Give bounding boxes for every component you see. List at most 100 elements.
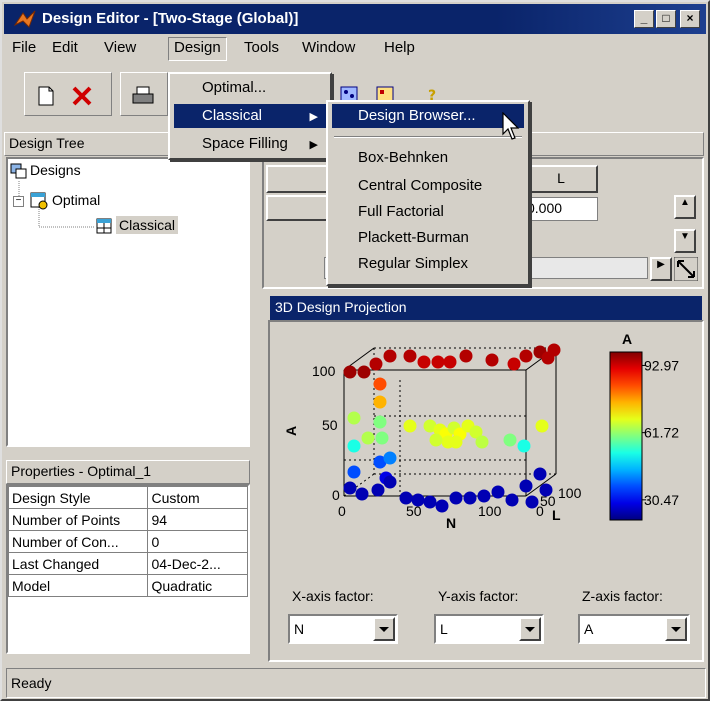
data-point <box>431 355 445 369</box>
menu-item-space-filling[interactable]: Space Filling ▶ <box>174 132 326 156</box>
menu-design[interactable]: Design <box>168 37 227 61</box>
data-point <box>343 481 357 495</box>
menu-item-classical[interactable]: Classical ▶ <box>174 104 326 128</box>
data-point <box>547 343 561 357</box>
z-axis-factor-select[interactable]: A <box>578 614 690 644</box>
data-point <box>507 357 521 371</box>
y-axis-factor-select[interactable]: L <box>434 614 544 644</box>
z-axis-factor-value: A <box>584 621 594 637</box>
tree-node-classical[interactable]: Classical <box>116 216 179 234</box>
menu-file[interactable]: File <box>12 39 36 56</box>
menu-tools[interactable]: Tools <box>244 39 279 56</box>
menu-item-central-composite[interactable]: Central Composite <box>332 174 524 198</box>
chevron-down-icon[interactable] <box>519 617 541 641</box>
data-point <box>403 419 417 433</box>
colorbar <box>609 351 643 521</box>
data-point <box>403 349 417 363</box>
menu-view[interactable]: View <box>104 39 136 56</box>
data-point <box>477 489 491 503</box>
title-bar[interactable]: Design Editor - [Two-Stage (Global)] _ □… <box>4 4 706 34</box>
x-tick-label: 50 <box>406 503 422 519</box>
resize-icon[interactable] <box>674 257 698 281</box>
y-axis-factor-label: Y-axis factor: <box>438 588 519 604</box>
data-point <box>463 491 477 505</box>
data-point <box>369 357 383 371</box>
menu-edit[interactable]: Edit <box>52 39 78 56</box>
menu-separator <box>334 136 522 138</box>
chevron-down-icon[interactable] <box>373 617 395 641</box>
menu-item-space-filling-label: Space Filling <box>202 135 288 152</box>
print-icon[interactable] <box>131 85 155 107</box>
table-cell[interactable]: 0.000 <box>522 197 598 221</box>
scroll-down-button[interactable]: ▼ <box>674 229 696 253</box>
table-row: Model Quadratic <box>7 574 248 597</box>
menu-help[interactable]: Help <box>384 39 415 56</box>
x-tick-label: 0 <box>338 503 346 519</box>
projection-plot: 100500A0 50 100N050 100LA92.9761.7230.47 <box>283 331 679 531</box>
menu-item-plackett-burman[interactable]: Plackett-Burman <box>332 226 524 250</box>
delete-icon[interactable] <box>71 85 93 107</box>
prop-name: Design Style <box>7 486 149 509</box>
chevron-down-icon[interactable] <box>665 617 687 641</box>
minimize-button[interactable]: _ <box>634 10 654 28</box>
design-menu: Optimal... Classical ▶ Space Filling ▶ <box>168 72 332 160</box>
data-point <box>375 431 389 445</box>
data-point <box>503 433 517 447</box>
tree-node-designs[interactable]: Designs <box>30 162 81 178</box>
colorbar-tick-label: 92.97 <box>644 357 679 373</box>
data-point <box>517 439 531 453</box>
z-tick-label: 100 <box>312 363 336 379</box>
menu-item-regular-simplex[interactable]: Regular Simplex <box>332 252 524 276</box>
tree-node-optimal[interactable]: Optimal <box>52 192 100 208</box>
classical-design-icon <box>96 218 112 234</box>
data-point <box>347 411 361 425</box>
menu-item-optimal[interactable]: Optimal... <box>174 76 326 100</box>
data-point <box>355 487 369 501</box>
prop-value: 04-Dec-2... <box>147 552 248 575</box>
menu-item-design-browser[interactable]: Design Browser... <box>332 104 524 128</box>
colorbar-tick-label: 30.47 <box>644 492 679 508</box>
classical-submenu: Design Browser... Box-Behnken Central Co… <box>326 100 530 286</box>
prop-value: 0 <box>147 530 248 553</box>
data-point <box>371 483 385 497</box>
matlab-logo-icon <box>14 10 36 28</box>
menu-item-classical-label: Classical <box>202 107 263 124</box>
data-point <box>505 493 519 507</box>
z-axis-factor-label: Z-axis factor: <box>582 588 663 604</box>
maximize-button[interactable]: □ <box>656 10 676 28</box>
status-bar: Ready <box>6 668 706 698</box>
data-point <box>449 435 463 449</box>
optimal-design-icon <box>30 192 48 210</box>
data-point <box>449 491 463 505</box>
collapse-toggle[interactable]: − <box>13 196 24 207</box>
prop-name: Number of Con... <box>7 530 149 553</box>
prop-value: 94 <box>147 508 248 531</box>
data-point <box>417 355 431 369</box>
menu-item-box-behnken[interactable]: Box-Behnken <box>332 146 524 170</box>
scroll-right-button[interactable]: ▶ <box>650 257 672 281</box>
table-row: Number of Points 94 <box>7 508 248 531</box>
x-axis-factor-select[interactable]: N <box>288 614 398 644</box>
prop-value: Quadratic <box>147 574 248 597</box>
submenu-arrow-icon: ▶ <box>309 111 318 123</box>
x-axis-factor-label: X-axis factor: <box>292 588 374 604</box>
close-button[interactable]: × <box>680 10 700 28</box>
data-point <box>459 349 473 363</box>
prop-name: Last Changed <box>7 552 149 575</box>
data-point <box>383 475 397 489</box>
design-tree: Designs − Optimal Classical <box>6 157 250 447</box>
submenu-arrow-icon: ▶ <box>309 139 318 151</box>
new-file-icon[interactable] <box>35 85 57 107</box>
scroll-up-button[interactable]: ▲ <box>674 195 696 219</box>
x-axis-label: N <box>446 515 456 531</box>
projection-panel: 100 50 0 A 0 50 100 N 0 50 100 L A 92.97 61.72 30.47 <box>268 320 704 662</box>
data-point <box>357 365 371 379</box>
projection-header: 3D Design Projection <box>270 296 702 320</box>
data-point <box>383 349 397 363</box>
menu-window[interactable]: Window <box>302 39 355 56</box>
y-tick-label: 100 <box>558 485 582 501</box>
table-row: Last Changed 04-Dec-2... <box>7 552 248 575</box>
menu-item-full-factorial[interactable]: Full Factorial <box>332 200 524 224</box>
data-point <box>343 365 357 379</box>
mouse-cursor-icon <box>502 112 520 140</box>
